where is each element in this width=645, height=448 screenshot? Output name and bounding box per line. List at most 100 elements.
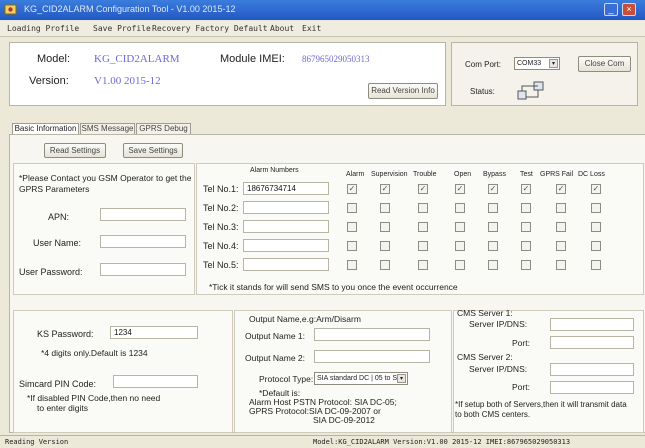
tel-number-field[interactable]	[243, 258, 329, 271]
cms-server2-ip-label: Server IP/DNS:	[469, 364, 528, 374]
event-checkbox[interactable]	[380, 203, 390, 213]
cms-server1-ip-field[interactable]	[550, 318, 634, 331]
menu-loading-profile[interactable]: Loading Profile	[7, 24, 79, 33]
event-checkbox[interactable]	[556, 203, 566, 213]
user-password-label: User Password:	[19, 267, 83, 277]
model-value: KG_CID2ALARM	[94, 53, 180, 65]
tel-label: Tel No.2:	[203, 203, 239, 213]
pin-note-line2: to enter digits	[37, 403, 89, 413]
save-settings-button[interactable]: Save Settings	[123, 143, 183, 158]
apn-field[interactable]	[100, 208, 186, 221]
event-checkbox[interactable]: ✓	[380, 184, 390, 194]
event-checkbox[interactable]	[418, 203, 428, 213]
event-checkbox[interactable]: ✓	[556, 184, 566, 194]
event-checkbox[interactable]	[418, 260, 428, 270]
event-checkbox[interactable]	[591, 241, 601, 251]
event-checkbox[interactable]	[455, 222, 465, 232]
event-checkbox[interactable]	[380, 241, 390, 251]
event-checkbox[interactable]	[455, 203, 465, 213]
com-port-select-value: COM33	[517, 60, 542, 67]
event-checkbox[interactable]	[347, 241, 357, 251]
chevron-down-icon: ▾	[397, 374, 406, 383]
tel-number-field[interactable]	[243, 220, 329, 233]
app-icon	[4, 4, 17, 15]
output-name2-field[interactable]	[314, 350, 430, 363]
close-com-button[interactable]: Close Com	[578, 56, 631, 72]
tab-basic-information[interactable]: Basic Information	[12, 123, 79, 134]
event-checkbox[interactable]	[591, 222, 601, 232]
event-checkbox[interactable]	[521, 241, 531, 251]
imei-label: Module IMEI:	[220, 53, 285, 65]
user-name-label: User Name:	[33, 238, 82, 248]
cms-server2-heading: CMS Server 2:	[457, 352, 513, 362]
menu-save-profile[interactable]: Save Profile	[93, 24, 151, 33]
read-version-button[interactable]: Read Version Info	[368, 83, 438, 99]
event-checkbox[interactable]	[380, 260, 390, 270]
minimize-button[interactable]: _	[604, 3, 618, 16]
output-heading: Output Name,e.g:Arm/Disarm	[249, 314, 361, 324]
event-checkbox[interactable]: ✓	[521, 184, 531, 194]
event-checkbox[interactable]	[488, 222, 498, 232]
event-checkbox[interactable]	[347, 222, 357, 232]
user-name-field[interactable]	[100, 235, 186, 248]
chevron-down-icon: ▾	[549, 59, 558, 68]
cms-server1-port-field[interactable]	[550, 336, 634, 349]
event-checkbox[interactable]	[418, 222, 428, 232]
menu-exit[interactable]: Exit	[302, 24, 321, 33]
ks-password-field[interactable]: 1234	[110, 326, 198, 339]
close-window-button[interactable]: ×	[622, 3, 636, 16]
event-checkbox[interactable]: ✓	[418, 184, 428, 194]
protocol-type-select[interactable]: SIA standard DC | 05 to SI ▾	[314, 372, 408, 385]
user-password-field[interactable]	[100, 263, 186, 276]
alarm-numbers-header: Alarm Numbers	[250, 167, 299, 174]
alarm-numbers-section: Alarm Numbers Alarm Supervision Trouble …	[196, 163, 644, 295]
gsm-note: *Please Contact you GSM Operator to get …	[19, 173, 192, 194]
event-checkbox[interactable]	[455, 241, 465, 251]
tab-gprs-debug[interactable]: GPRS Debug	[136, 123, 191, 134]
cms-server1-heading: CMS Server 1:	[457, 308, 513, 318]
event-checkbox[interactable]	[380, 222, 390, 232]
event-checkbox[interactable]	[488, 241, 498, 251]
com-port-select[interactable]: COM33 ▾	[514, 57, 560, 70]
com-port-panel: Com Port: COM33 ▾ Close Com Status:	[451, 42, 638, 106]
col-bypass: Bypass	[483, 171, 506, 178]
menu-about[interactable]: About	[270, 24, 294, 33]
tel-number-field[interactable]: 18676734714	[243, 182, 329, 195]
event-checkbox[interactable]	[556, 260, 566, 270]
read-settings-button[interactable]: Read Settings	[44, 143, 106, 158]
event-checkbox[interactable]	[347, 260, 357, 270]
protocol-type-label: Protocol Type:	[259, 374, 314, 384]
menu-recovery-factory-default[interactable]: Recovery Factory Default	[152, 24, 268, 33]
event-checkbox[interactable]	[521, 260, 531, 270]
security-section: KS Password: 1234 *4 digits only.Default…	[13, 310, 233, 433]
event-checkbox[interactable]: ✓	[455, 184, 465, 194]
event-checkbox[interactable]: ✓	[591, 184, 601, 194]
simcard-pin-field[interactable]	[113, 375, 198, 388]
tab-sms-message[interactable]: SMS Message	[80, 123, 135, 134]
event-checkbox[interactable]	[556, 241, 566, 251]
cms-section: CMS Server 1: Server IP/DNS: Port: CMS S…	[453, 308, 644, 433]
cms-server2-ip-field[interactable]	[550, 363, 634, 376]
event-checkbox[interactable]	[455, 260, 465, 270]
simcard-pin-label: Simcard PIN Code:	[19, 379, 97, 389]
col-trouble: Trouble	[413, 171, 437, 178]
event-checkbox[interactable]: ✓	[347, 184, 357, 194]
event-checkbox[interactable]	[418, 241, 428, 251]
event-checkbox[interactable]	[556, 222, 566, 232]
title-bar: KG_CID2ALARM Configuration Tool - V1.00 …	[0, 0, 645, 20]
event-checkbox[interactable]	[488, 203, 498, 213]
cms-server2-port-field[interactable]	[550, 381, 634, 394]
output-name1-field[interactable]	[314, 328, 430, 341]
com-port-label: Com Port:	[465, 60, 502, 69]
event-checkbox[interactable]: ✓	[488, 184, 498, 194]
event-checkbox[interactable]	[347, 203, 357, 213]
tel-number-field[interactable]	[243, 201, 329, 214]
event-checkbox[interactable]	[591, 203, 601, 213]
device-info-panel: Model: KG_CID2ALARM Version: V1.00 2015-…	[9, 42, 446, 106]
event-checkbox[interactable]	[488, 260, 498, 270]
event-checkbox[interactable]	[521, 222, 531, 232]
event-checkbox[interactable]	[521, 203, 531, 213]
tel-number-field[interactable]	[243, 239, 329, 252]
event-checkbox[interactable]	[591, 260, 601, 270]
cms-server2-port-label: Port:	[512, 382, 530, 392]
